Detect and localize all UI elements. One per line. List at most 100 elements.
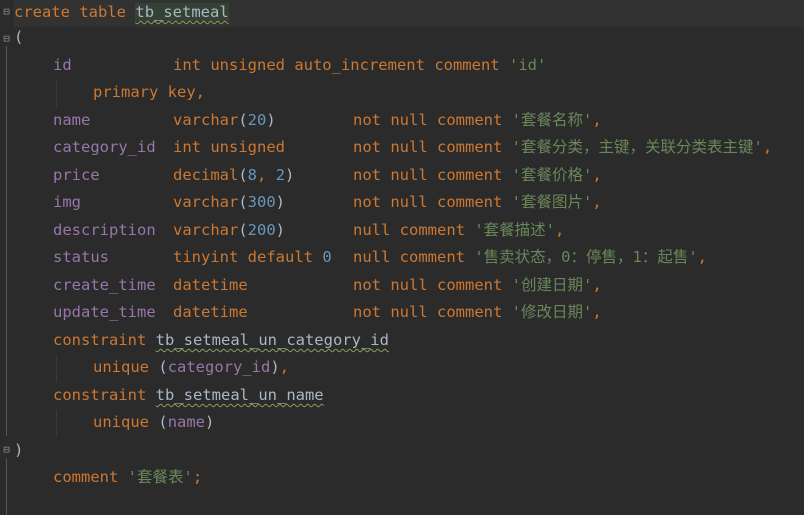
column-type: int unsigned <box>173 138 285 156</box>
code-line-4[interactable]: primary key, <box>93 80 205 107</box>
column-type: varchar <box>173 111 239 129</box>
punctuation: , <box>592 193 602 211</box>
fold-open-icon[interactable]: ⊟ <box>1 32 12 45</box>
column-type: int unsigned auto_increment <box>173 56 425 74</box>
indent-guide <box>56 410 57 437</box>
number-literal: 2 <box>275 166 286 184</box>
code-line-13[interactable]: constraint tb_setmeal_un_category_id <box>53 328 389 355</box>
paren: ( <box>238 193 248 211</box>
paren: ( <box>238 166 248 184</box>
editor-gutter: ⊟ ⊟ ⊟ <box>0 0 14 515</box>
punctuation: , <box>555 221 565 239</box>
code-line-14[interactable]: unique (category_id), <box>93 355 289 382</box>
string-literal: '套餐名称' <box>511 111 593 129</box>
code-line-17[interactable]: ) <box>14 438 23 465</box>
table-name: tb_setmeal <box>135 3 229 21</box>
keyword: comment <box>437 276 503 294</box>
keyword: comment <box>399 248 465 266</box>
code-line-1[interactable]: create table tb_setmeal <box>14 0 804 27</box>
keyword: comment <box>53 468 119 486</box>
paren: ( <box>238 221 248 239</box>
paren: ) <box>275 193 286 211</box>
string-literal: '套餐图片' <box>511 193 593 211</box>
punctuation: , <box>592 303 602 321</box>
string-literal: '套餐表' <box>127 468 193 486</box>
string-literal: '套餐价格' <box>511 166 593 184</box>
column-type: varchar <box>173 221 239 239</box>
column-name: name <box>167 413 206 431</box>
code-line-18[interactable]: comment '套餐表'; <box>53 465 202 492</box>
fold-open-icon[interactable]: ⊟ <box>1 5 12 18</box>
column-name: status <box>53 248 109 266</box>
string-literal: '套餐分类，主键，关联分类表主键' <box>511 138 763 156</box>
keyword: null <box>353 248 391 266</box>
fold-guide-line <box>6 458 7 515</box>
paren: ( <box>158 413 168 431</box>
keyword: not null <box>353 276 428 294</box>
code-line-3[interactable]: id int unsigned auto_increment comment 'i… <box>53 53 546 80</box>
keyword: comment <box>437 166 503 184</box>
keyword: not null <box>353 138 428 156</box>
code-line-11[interactable]: create_time datetime not null comment '创建日… <box>53 273 602 300</box>
keyword: table <box>79 3 127 21</box>
keyword: not null <box>353 111 428 129</box>
keyword: comment <box>437 138 503 156</box>
paren: ( <box>158 358 168 376</box>
string-literal: 'id' <box>508 56 547 74</box>
string-literal: '修改日期' <box>511 303 593 321</box>
string-literal: '售卖状态，0：停售，1：起售' <box>474 248 698 266</box>
punctuation: , <box>279 358 290 376</box>
column-type: decimal <box>173 166 239 184</box>
open-paren: ( <box>14 28 24 46</box>
keyword: comment <box>399 221 465 239</box>
column-name: description <box>53 221 156 239</box>
paren: ) <box>275 221 286 239</box>
keyword: unique <box>93 358 149 376</box>
punctuation: ; <box>192 468 203 486</box>
punctuation: , <box>697 248 708 266</box>
code-line-12[interactable]: update_time datetime not null comment '修改日… <box>53 300 602 327</box>
code-line-9[interactable]: description varchar(200) null comment '套餐描… <box>53 218 564 245</box>
keyword: constraint <box>53 386 147 404</box>
indent-guide <box>56 355 57 382</box>
code-line-7[interactable]: price decimal(8, 2) not null comment '套餐价格… <box>53 163 602 190</box>
punctuation: , <box>762 138 773 156</box>
column-name: create_time <box>53 276 156 294</box>
code-line-10[interactable]: status tinyint default 0 null comment '售卖状… <box>53 245 707 272</box>
keyword: comment <box>437 303 503 321</box>
constraint-name: tb_setmeal_un_category_id <box>155 331 389 349</box>
keyword: not null <box>353 166 428 184</box>
column-type: tinyint default <box>173 248 313 266</box>
keyword: comment <box>437 193 503 211</box>
indent-guide <box>56 80 57 107</box>
column-name: category_id <box>53 138 156 156</box>
code-line-5[interactable]: name varchar(20) not null comment '套餐名称', <box>53 108 602 135</box>
number-literal: 300 <box>247 193 276 211</box>
paren: ) <box>270 358 280 376</box>
keyword: primary key, <box>93 83 205 101</box>
number-literal: 20 <box>247 111 267 129</box>
punctuation: , <box>592 166 602 184</box>
keyword: not null <box>353 303 428 321</box>
paren: ) <box>285 166 295 184</box>
code-line-6[interactable]: category_id int unsigned not null comment … <box>53 135 772 162</box>
column-name: name <box>53 111 91 129</box>
code-line-15[interactable]: constraint tb_setmeal_un_name <box>53 383 324 410</box>
punctuation: , <box>592 111 602 129</box>
keyword: create <box>14 3 70 21</box>
code-editor[interactable]: create table tb_setmeal ( id int unsigned… <box>14 0 804 515</box>
paren: ( <box>238 111 248 129</box>
column-name: price <box>53 166 100 184</box>
column-type: datetime <box>173 303 248 321</box>
keyword: constraint <box>53 331 147 349</box>
fold-close-icon[interactable]: ⊟ <box>1 443 12 456</box>
constraint-name: tb_setmeal_un_name <box>155 386 324 404</box>
code-line-16[interactable]: unique (name) <box>93 410 214 437</box>
punctuation: , <box>257 166 276 184</box>
code-line-8[interactable]: img varchar(300) not null comment '套餐图片', <box>53 190 602 217</box>
fold-guide-line <box>6 46 7 436</box>
code-line-2[interactable]: ( <box>14 25 23 52</box>
column-name: img <box>53 193 81 211</box>
column-type: datetime <box>173 276 248 294</box>
number-literal: 8 <box>247 166 258 184</box>
